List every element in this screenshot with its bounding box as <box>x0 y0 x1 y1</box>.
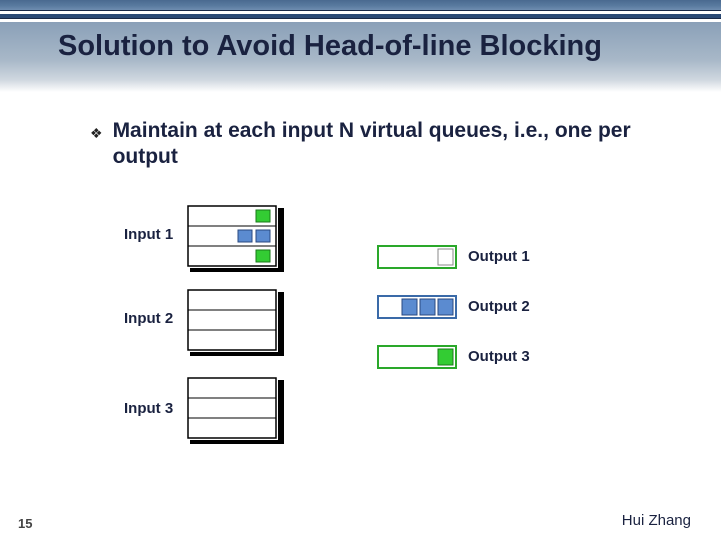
slide: Solution to Avoid Head-of-line Blocking … <box>0 0 721 541</box>
input2-label: Input 2 <box>124 310 173 327</box>
output3-group <box>378 346 456 368</box>
author-credit: Hui Zhang <box>622 512 691 529</box>
slide-number: 15 <box>18 516 32 531</box>
bullet-row: ❖ Maintain at each input N virtual queue… <box>90 118 680 171</box>
bullet-text: Maintain at each input N virtual queues,… <box>113 118 680 171</box>
input3-group <box>188 378 284 444</box>
header-rule-1 <box>0 10 721 11</box>
output1-group <box>378 246 456 268</box>
input1-group <box>188 206 284 272</box>
output3-label: Output 3 <box>468 348 530 365</box>
input1-label: Input 1 <box>124 226 173 243</box>
bullet-icon: ❖ <box>90 121 103 145</box>
output1-label: Output 1 <box>468 248 530 265</box>
slide-title: Solution to Avoid Head-of-line Blocking <box>58 30 698 63</box>
output2-label: Output 2 <box>468 298 530 315</box>
header-rule-2 <box>0 18 721 19</box>
output2-group <box>378 296 456 318</box>
input3-label: Input 3 <box>124 400 173 417</box>
input2-group <box>188 290 284 356</box>
